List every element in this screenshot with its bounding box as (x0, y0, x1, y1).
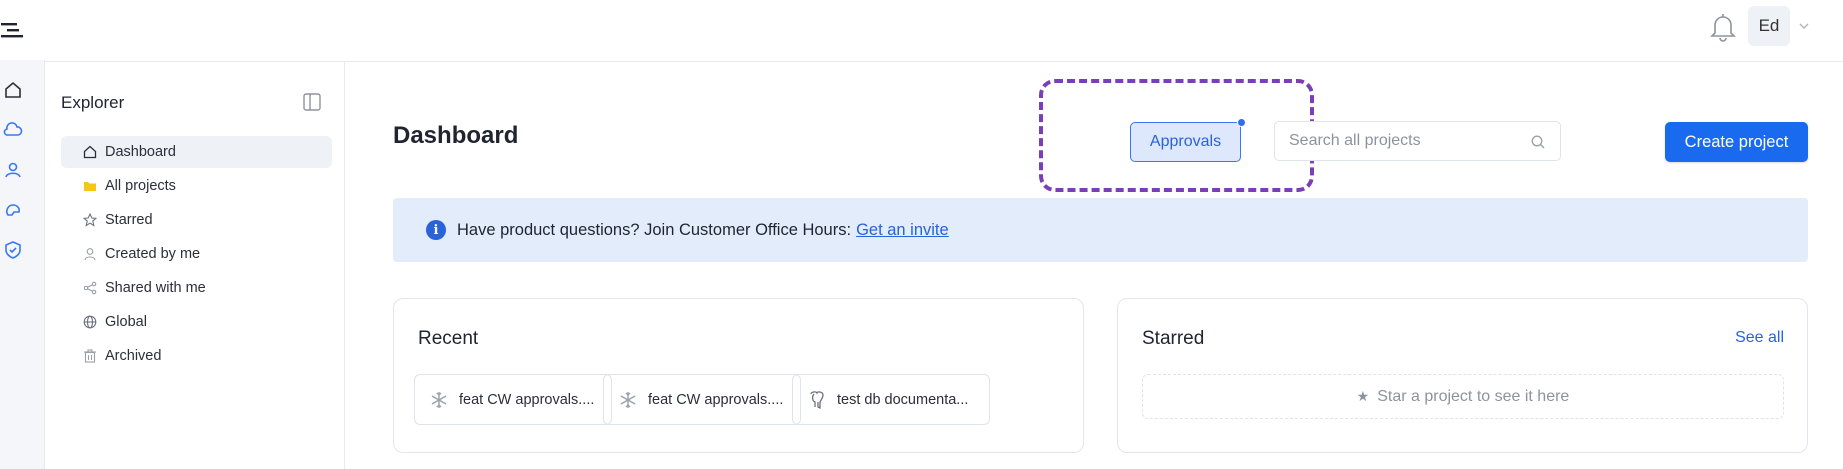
bell-icon (1710, 14, 1736, 42)
explorer-title: Explorer (61, 93, 125, 112)
page-title: Dashboard (393, 122, 519, 149)
share-icon (83, 281, 97, 295)
project-name: feat CW approvals.... (459, 391, 595, 408)
explorer-nav: Dashboard All projects Starred Created b… (61, 136, 332, 374)
sidebar-item-starred[interactable]: Starred (61, 204, 332, 236)
recent-project-card[interactable]: feat CW approvals.... (603, 374, 801, 425)
rail-shield-button[interactable] (3, 240, 23, 260)
info-icon: i (426, 220, 446, 240)
recent-project-card[interactable]: test db documenta... (792, 374, 990, 425)
rail-plugin-button[interactable] (3, 200, 23, 220)
sidebar-item-archived[interactable]: Archived (61, 340, 332, 372)
home-icon (83, 145, 97, 159)
menu-button[interactable] (0, 0, 45, 60)
info-banner: i Have product questions? Join Customer … (393, 198, 1808, 262)
search-icon (1531, 135, 1545, 149)
see-all-link[interactable]: See all (1735, 329, 1784, 347)
sidebar-item-label: Starred (105, 212, 153, 228)
snowflake-icon (431, 391, 447, 408)
notifications-button[interactable] (1709, 11, 1737, 43)
folder-icon (83, 179, 97, 193)
plugin-icon (6, 204, 20, 216)
search-box[interactable] (1274, 121, 1561, 161)
recent-project-card[interactable]: feat CW approvals.... (414, 374, 612, 425)
highlight-annotation (1039, 79, 1314, 192)
snowflake-icon (620, 391, 636, 408)
project-name: feat CW approvals.... (648, 391, 784, 408)
sidebar-item-global[interactable]: Global (61, 306, 332, 338)
sidebar-toggle-icon (303, 93, 321, 111)
explorer-panel: Explorer Dashboard All projects Starred … (45, 62, 345, 469)
search-input[interactable] (1289, 122, 1529, 160)
collapse-sidebar-button[interactable] (302, 92, 322, 112)
sidebar-item-label: Archived (105, 348, 162, 364)
sidebar-item-label: Dashboard (105, 144, 176, 160)
shield-icon (5, 241, 21, 259)
sidebar-item-all-projects[interactable]: All projects (61, 170, 332, 202)
home-icon (5, 81, 21, 98)
create-project-button[interactable]: Create project (1665, 122, 1808, 162)
banner-text: Have product questions? Join Customer Of… (457, 220, 852, 239)
icon-rail (0, 0, 45, 469)
top-bar: Ed (45, 0, 1843, 62)
starred-empty-state: ★ Star a project to see it here (1142, 374, 1784, 419)
sidebar-item-shared-with-me[interactable]: Shared with me (61, 272, 332, 304)
user-icon (83, 247, 97, 261)
project-name: test db documenta... (837, 391, 969, 408)
starred-title: Starred (1142, 328, 1205, 349)
sidebar-item-dashboard[interactable]: Dashboard (61, 136, 332, 168)
recent-card: Recent feat CW approvals.... feat CW app… (393, 298, 1084, 453)
postgres-icon (810, 390, 824, 409)
starred-empty-text: Star a project to see it here (1377, 387, 1570, 405)
main-content: Dashboard Approvals Create project i Hav… (345, 62, 1843, 469)
rail-home-button[interactable] (3, 80, 23, 100)
menu-icon (1, 23, 23, 38)
globe-icon (83, 315, 97, 329)
user-icon (5, 162, 21, 178)
star-icon: ★ (1356, 388, 1370, 404)
rail-cloud-button[interactable] (3, 120, 23, 140)
sidebar-item-label: Shared with me (105, 280, 206, 296)
trash-icon (83, 349, 97, 363)
get-invite-link[interactable]: Get an invite (856, 221, 949, 240)
avatar[interactable]: Ed (1748, 6, 1790, 46)
sidebar-item-label: All projects (105, 178, 176, 194)
recent-title: Recent (418, 328, 479, 349)
chevron-down-icon[interactable] (1798, 21, 1810, 31)
star-icon (83, 213, 97, 227)
sidebar-item-created-by-me[interactable]: Created by me (61, 238, 332, 270)
rail-user-button[interactable] (3, 160, 23, 180)
sidebar-item-label: Global (105, 314, 147, 330)
starred-card: Starred See all ★ Star a project to see … (1117, 298, 1808, 453)
cloud-icon (3, 122, 23, 136)
sidebar-item-label: Created by me (105, 246, 201, 262)
